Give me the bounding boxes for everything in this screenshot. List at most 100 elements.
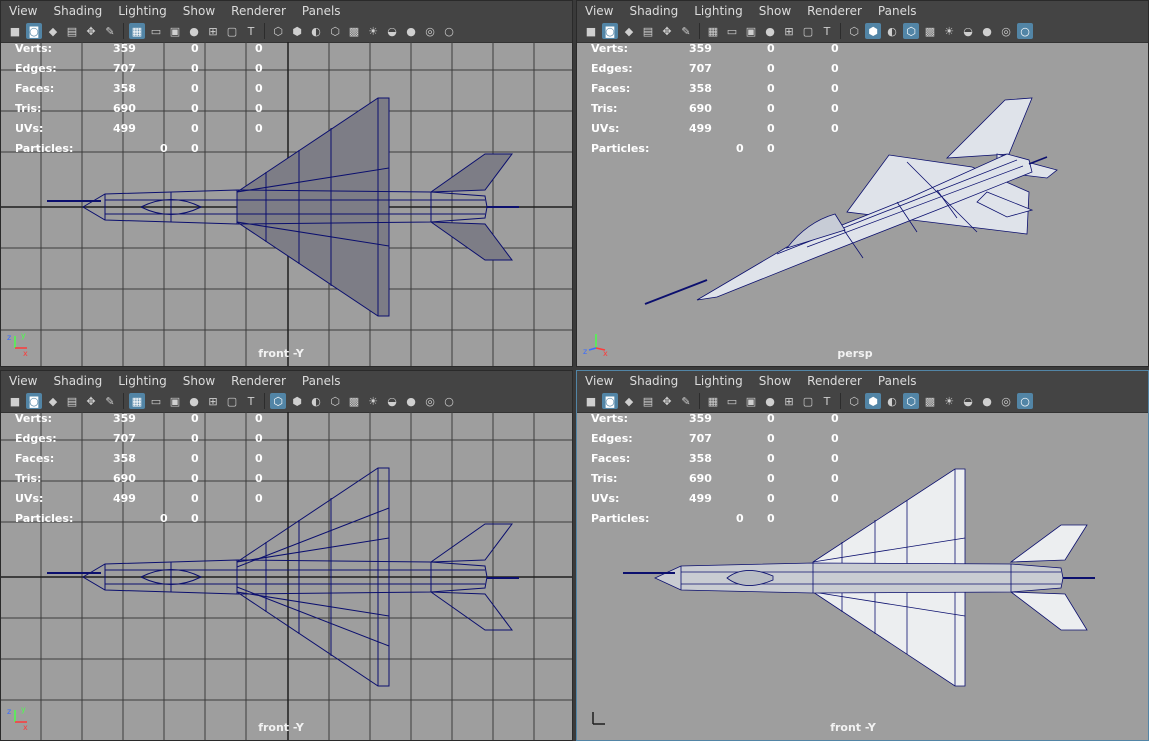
camera-select-icon[interactable]: ■ — [583, 23, 599, 39]
safe-title-icon[interactable]: T — [243, 23, 259, 39]
menu-view[interactable]: View — [577, 4, 621, 18]
safe-action-icon[interactable]: ▢ — [224, 23, 240, 39]
safe-action-icon[interactable]: ▢ — [800, 393, 816, 409]
lights-icon[interactable]: ☀ — [365, 393, 381, 409]
wireframe-icon[interactable]: ⬡ — [846, 23, 862, 39]
wireframe-icon[interactable]: ⬡ — [846, 393, 862, 409]
menu-view[interactable]: View — [577, 374, 621, 388]
anti-alias-icon[interactable]: ○ — [1017, 23, 1033, 39]
image-plane-icon[interactable]: ▤ — [64, 393, 80, 409]
bookmark-icon[interactable]: ◆ — [45, 23, 61, 39]
menu-show[interactable]: Show — [751, 4, 799, 18]
motion-blur-icon[interactable]: ◎ — [422, 23, 438, 39]
anti-alias-icon[interactable]: ○ — [1017, 393, 1033, 409]
grease-pencil-icon[interactable]: ✎ — [102, 393, 118, 409]
menu-shading[interactable]: Shading — [621, 4, 686, 18]
viewport-scene[interactable] — [577, 42, 1148, 366]
safe-action-icon[interactable]: ▢ — [800, 23, 816, 39]
bookmark-icon[interactable]: ◆ — [621, 393, 637, 409]
menu-view[interactable]: View — [1, 4, 45, 18]
resolution-gate-icon[interactable]: ▣ — [167, 23, 183, 39]
smooth-shade-icon[interactable]: ⬢ — [865, 393, 881, 409]
shade-icon[interactable]: ◐ — [308, 393, 324, 409]
viewport-top-left[interactable]: View Shading Lighting Show Renderer Pane… — [0, 0, 573, 367]
menu-view[interactable]: View — [1, 374, 45, 388]
xray-icon[interactable]: ▩ — [922, 393, 938, 409]
resolution-gate-icon[interactable]: ▣ — [167, 393, 183, 409]
shade-icon[interactable]: ◐ — [308, 23, 324, 39]
menu-renderer[interactable]: Renderer — [223, 374, 294, 388]
camera-attributes-icon[interactable]: ◙ — [26, 393, 42, 409]
gate-mask-icon[interactable]: ● — [186, 393, 202, 409]
smooth-shade-icon[interactable]: ⬢ — [289, 23, 305, 39]
image-plane-icon[interactable]: ▤ — [64, 23, 80, 39]
menu-show[interactable]: Show — [175, 374, 223, 388]
menu-shading[interactable]: Shading — [621, 374, 686, 388]
camera-attributes-icon[interactable]: ◙ — [26, 23, 42, 39]
resolution-gate-icon[interactable]: ▣ — [743, 393, 759, 409]
menu-show[interactable]: Show — [175, 4, 223, 18]
anti-alias-icon[interactable]: ○ — [441, 393, 457, 409]
gate-mask-icon[interactable]: ● — [762, 23, 778, 39]
safe-title-icon[interactable]: T — [243, 393, 259, 409]
field-chart-icon[interactable]: ⊞ — [205, 393, 221, 409]
ambient-occlusion-icon[interactable]: ● — [403, 393, 419, 409]
2d-pan-zoom-icon[interactable]: ✥ — [659, 393, 675, 409]
safe-action-icon[interactable]: ▢ — [224, 393, 240, 409]
resolution-gate-icon[interactable]: ▣ — [743, 23, 759, 39]
xray-icon[interactable]: ▩ — [922, 23, 938, 39]
menu-shading[interactable]: Shading — [45, 374, 110, 388]
grease-pencil-icon[interactable]: ✎ — [102, 23, 118, 39]
wireframe-icon[interactable]: ⬡ — [270, 393, 286, 409]
menu-show[interactable]: Show — [751, 374, 799, 388]
field-chart-icon[interactable]: ⊞ — [781, 393, 797, 409]
shade-icon[interactable]: ◐ — [884, 23, 900, 39]
shadows-icon[interactable]: ◒ — [384, 23, 400, 39]
camera-select-icon[interactable]: ■ — [583, 393, 599, 409]
film-gate-icon[interactable]: ▭ — [148, 393, 164, 409]
ambient-occlusion-icon[interactable]: ● — [979, 23, 995, 39]
menu-panels[interactable]: Panels — [294, 374, 349, 388]
film-gate-icon[interactable]: ▭ — [724, 393, 740, 409]
motion-blur-icon[interactable]: ◎ — [998, 23, 1014, 39]
field-chart-icon[interactable]: ⊞ — [781, 23, 797, 39]
wireframe-on-shaded-icon[interactable]: ⬡ — [327, 393, 343, 409]
shadows-icon[interactable]: ◒ — [384, 393, 400, 409]
ambient-occlusion-icon[interactable]: ● — [979, 393, 995, 409]
shade-icon[interactable]: ◐ — [884, 393, 900, 409]
viewport-scene[interactable] — [577, 412, 1148, 740]
viewport-scene[interactable] — [1, 42, 572, 366]
film-gate-icon[interactable]: ▭ — [724, 23, 740, 39]
motion-blur-icon[interactable]: ◎ — [998, 393, 1014, 409]
lights-icon[interactable]: ☀ — [941, 393, 957, 409]
xray-icon[interactable]: ▩ — [346, 23, 362, 39]
xray-icon[interactable]: ▩ — [346, 393, 362, 409]
menu-renderer[interactable]: Renderer — [799, 4, 870, 18]
wireframe-on-shaded-icon[interactable]: ⬡ — [327, 23, 343, 39]
menu-shading[interactable]: Shading — [45, 4, 110, 18]
safe-title-icon[interactable]: T — [819, 393, 835, 409]
menu-panels[interactable]: Panels — [294, 4, 349, 18]
camera-attributes-icon[interactable]: ◙ — [602, 393, 618, 409]
image-plane-icon[interactable]: ▤ — [640, 393, 656, 409]
field-chart-icon[interactable]: ⊞ — [205, 23, 221, 39]
lights-icon[interactable]: ☀ — [941, 23, 957, 39]
menu-lighting[interactable]: Lighting — [686, 4, 751, 18]
camera-select-icon[interactable]: ■ — [7, 393, 23, 409]
lights-icon[interactable]: ☀ — [365, 23, 381, 39]
wireframe-on-shaded-icon[interactable]: ⬡ — [903, 393, 919, 409]
2d-pan-zoom-icon[interactable]: ✥ — [83, 23, 99, 39]
wireframe-icon[interactable]: ⬡ — [270, 23, 286, 39]
bookmark-icon[interactable]: ◆ — [45, 393, 61, 409]
grid-icon[interactable]: ▦ — [705, 23, 721, 39]
grease-pencil-icon[interactable]: ✎ — [678, 393, 694, 409]
motion-blur-icon[interactable]: ◎ — [422, 393, 438, 409]
grid-icon[interactable]: ▦ — [129, 23, 145, 39]
menu-panels[interactable]: Panels — [870, 4, 925, 18]
shadows-icon[interactable]: ◒ — [960, 23, 976, 39]
ambient-occlusion-icon[interactable]: ● — [403, 23, 419, 39]
menu-panels[interactable]: Panels — [870, 374, 925, 388]
viewport-bottom-left[interactable]: View Shading Lighting Show Renderer Pane… — [0, 370, 573, 741]
menu-renderer[interactable]: Renderer — [223, 4, 294, 18]
2d-pan-zoom-icon[interactable]: ✥ — [659, 23, 675, 39]
